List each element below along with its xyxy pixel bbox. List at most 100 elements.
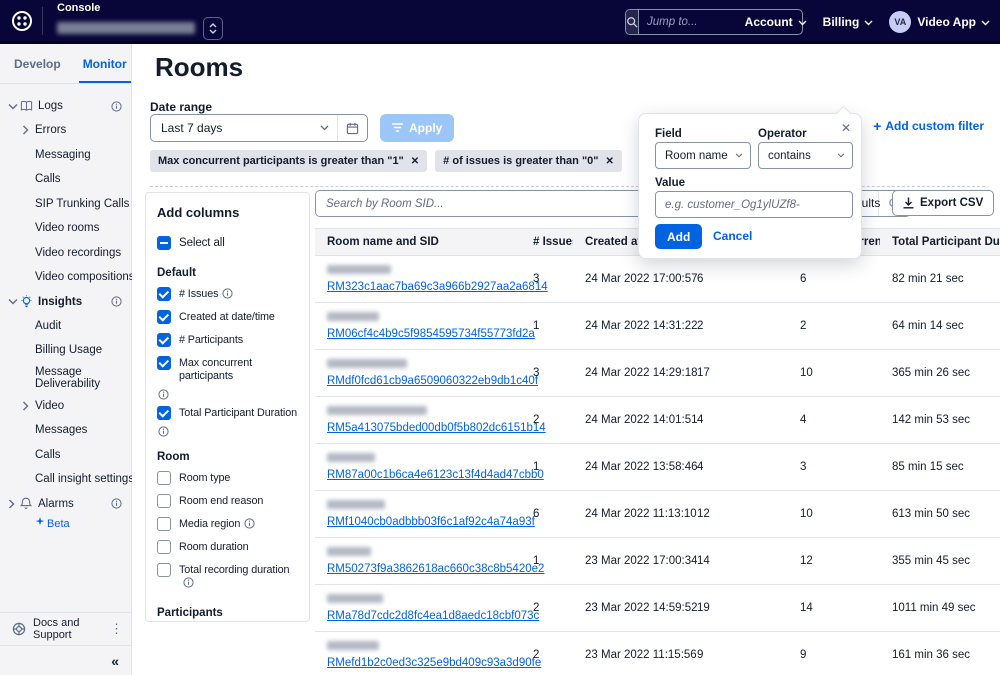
info-icon[interactable]: [157, 425, 298, 439]
sidebar-group-logs[interactable]: Logs: [0, 94, 131, 118]
info-icon[interactable]: [218, 288, 233, 300]
chevron-down-icon[interactable]: [8, 103, 20, 110]
checkbox-icon[interactable]: [157, 563, 171, 577]
sidebar-item-message-deliverability[interactable]: Message Deliverability: [0, 363, 131, 394]
operator-select[interactable]: contains: [758, 142, 853, 169]
room-sid-link[interactable]: RM87a00c1b6ca4e6123c13f4d4ad47cbb0: [327, 469, 544, 481]
billing-menu[interactable]: Billing: [823, 15, 874, 29]
field-select[interactable]: Room name: [655, 142, 751, 169]
room-sid-link[interactable]: RM50273f9a3862618ac660c38c8b5420e2: [327, 563, 544, 575]
sidebar-item-video[interactable]: Video: [0, 394, 131, 419]
value-input[interactable]: [655, 191, 853, 218]
search-icon[interactable]: [626, 10, 639, 34]
tab-monitor[interactable]: Monitor: [79, 49, 131, 83]
checkbox-icon[interactable]: [157, 310, 171, 324]
checkbox-icon[interactable]: [157, 471, 171, 485]
room-name-redacted: [327, 547, 371, 556]
sidebar-item-errors[interactable]: Errors: [0, 118, 131, 143]
column-checkbox-total-participant-duration[interactable]: Total Participant Duration: [157, 402, 298, 425]
add-custom-filter-link[interactable]: + Add custom filter: [873, 118, 984, 134]
tab-develop[interactable]: Develop: [10, 49, 65, 83]
room-sid-link[interactable]: RM06cf4c4b9c5f9854595734f55773fd2a: [327, 328, 535, 340]
column-checkbox-created-at-date-time[interactable]: Created at date/time: [157, 306, 298, 329]
sidebar-item-billing-usage[interactable]: Billing Usage: [0, 338, 131, 363]
checkbox-icon[interactable]: [157, 494, 171, 508]
checkbox-icon[interactable]: [157, 406, 171, 420]
sidebar-item-audit[interactable]: Audit: [0, 314, 131, 339]
sidebar-item-call-insight-settings[interactable]: Call insight settings: [0, 467, 131, 492]
column-checkbox--participants[interactable]: # Participants: [157, 329, 298, 352]
account-menu[interactable]: Account: [745, 15, 807, 29]
chevron-down-icon[interactable]: [8, 298, 20, 305]
console-logo-icon[interactable]: [10, 9, 34, 33]
sidebar-item-video-rooms[interactable]: Video rooms: [0, 216, 131, 241]
bell-icon: [20, 497, 38, 510]
sidebar-item-calls[interactable]: Calls: [0, 443, 131, 468]
remove-chip-icon[interactable]: ✕: [411, 156, 419, 167]
remove-chip-icon[interactable]: ✕: [606, 156, 614, 167]
column-checkbox-media-region[interactable]: Media region: [157, 513, 298, 536]
chevron-down-icon: [837, 153, 852, 158]
column-checkbox-room-duration[interactable]: Room duration: [157, 536, 298, 559]
sidebar-item-label: Calls: [35, 449, 61, 461]
chevron-right-icon[interactable]: [22, 401, 29, 411]
sidebar-item-messages[interactable]: Messages: [0, 418, 131, 443]
info-icon[interactable]: [111, 296, 122, 307]
calendar-icon[interactable]: [337, 115, 367, 141]
user-menu[interactable]: VA Video App: [889, 11, 990, 33]
sidebar-item-video-compositions[interactable]: Video compositions: [0, 265, 131, 290]
sidebar-collapse-button[interactable]: «: [111, 653, 119, 669]
kebab-menu-icon[interactable]: ⋮: [110, 621, 123, 637]
info-icon[interactable]: [179, 577, 194, 589]
chevron-right-icon[interactable]: [22, 125, 29, 135]
checkbox-icon[interactable]: [157, 333, 171, 347]
room-sid-link[interactable]: RMefd1b2c0ed3c325e9bd409c93a3d90fe: [327, 657, 541, 669]
cell-max_concurrent: 10: [788, 491, 880, 538]
room-sid-link[interactable]: RMdf0fcd61cb9a6509060322eb9db1c40f: [327, 375, 538, 387]
room-sid-link[interactable]: RMf1040cb0adbbb03f6c1af92c4a74a93f: [327, 516, 535, 528]
chevron-right-icon[interactable]: [8, 499, 20, 509]
column-checkbox-room-type[interactable]: Room type: [157, 467, 298, 490]
add-filter-button[interactable]: Add: [655, 224, 702, 249]
checkbox-indeterminate-icon[interactable]: [157, 236, 171, 250]
apply-button[interactable]: Apply: [380, 114, 454, 142]
select-all-checkbox[interactable]: Select all: [157, 232, 298, 255]
cell-issues: 3: [521, 256, 573, 303]
sidebar-group-insights[interactable]: Insights: [0, 290, 131, 314]
cancel-button[interactable]: Cancel: [713, 229, 752, 243]
date-range-select[interactable]: Last 7 days: [150, 114, 368, 142]
sidebar-item-video-recordings[interactable]: Video recordings: [0, 241, 131, 266]
checkbox-icon[interactable]: [157, 287, 171, 301]
column-header: # Issues: [521, 229, 573, 256]
column-checkbox-total-recording-duration[interactable]: Total recording duration: [157, 559, 298, 595]
sidebar-item-calls[interactable]: Calls: [0, 167, 131, 192]
sidebar-item-messaging[interactable]: Messaging: [0, 143, 131, 168]
info-icon[interactable]: [111, 498, 122, 509]
account-switcher-button[interactable]: [203, 17, 223, 40]
sidebar-group-alarms[interactable]: Alarms: [0, 492, 131, 516]
checkbox-icon[interactable]: [157, 540, 171, 554]
sidebar-item-label: Message Deliverability: [35, 363, 127, 394]
table-row: RM323c1aac7ba69c3a966b2927aa2a6814324 Ma…: [315, 256, 1000, 303]
close-icon[interactable]: ✕: [841, 121, 851, 135]
info-icon[interactable]: [111, 101, 122, 112]
docs-and-support[interactable]: Docs and Support ⋮: [0, 612, 131, 645]
column-checkbox-room-end-reason[interactable]: Room end reason: [157, 490, 298, 513]
info-icon[interactable]: [157, 388, 298, 402]
checkbox-icon[interactable]: [157, 517, 171, 531]
app-name-label: Video App: [917, 15, 976, 29]
add-columns-panel: Add columns Select all Default# IssuesCr…: [145, 192, 310, 622]
checkbox-icon[interactable]: [157, 356, 171, 370]
sidebar-item-sip-trunking-calls[interactable]: SIP Trunking Calls: [0, 192, 131, 217]
sidebar-item-label: Errors: [35, 124, 66, 136]
date-range-value: Last 7 days: [151, 121, 320, 135]
export-csv-button[interactable]: Export CSV: [892, 190, 994, 216]
room-sid-link[interactable]: RMa78d7cdc2d8fc4ea1d8aedc18cbf073c: [327, 610, 539, 622]
cell-issues: 6: [521, 491, 573, 538]
sidebar-group-label: Logs: [38, 100, 63, 112]
column-checkbox--issues[interactable]: # Issues: [157, 283, 298, 306]
room-sid-link[interactable]: RM5a413075bded00db0f5b802dc6151b14: [327, 422, 546, 434]
info-icon[interactable]: [240, 518, 255, 530]
room-sid-link[interactable]: RM323c1aac7ba69c3a966b2927aa2a6814: [327, 281, 548, 293]
column-checkbox-max-concurrent-participants[interactable]: Max concurrent participants: [157, 352, 298, 388]
